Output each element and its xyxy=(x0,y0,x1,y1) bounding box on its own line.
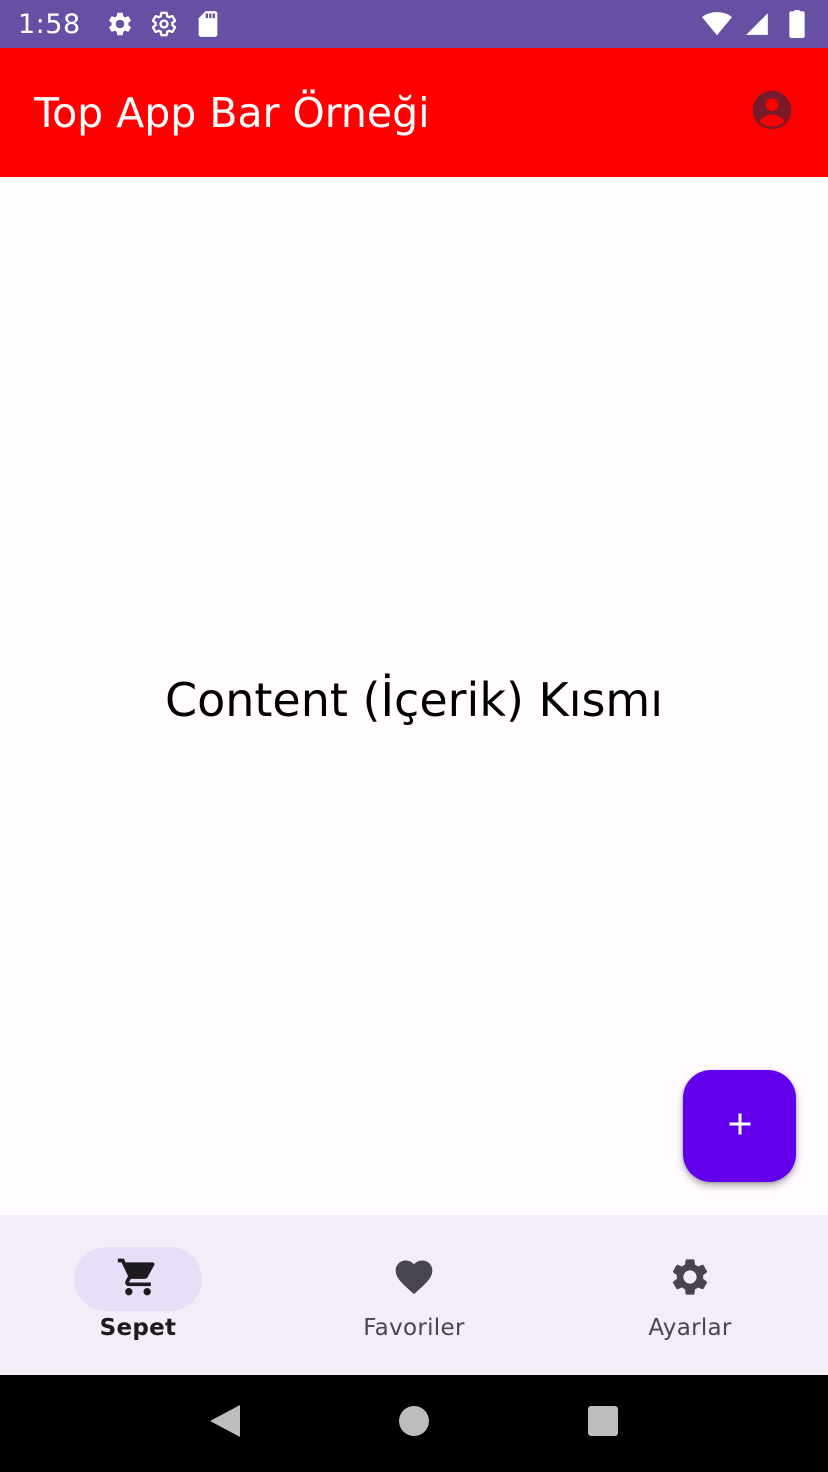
heart-icon xyxy=(392,1255,436,1304)
status-system-icons xyxy=(702,9,812,39)
nav-item-favoriler[interactable]: Favoriler xyxy=(276,1215,552,1375)
gear-outline-icon xyxy=(149,9,179,39)
signal-icon xyxy=(742,9,772,39)
battery-icon xyxy=(782,9,812,39)
bottom-navigation: Sepet Favoriler Ayarlar xyxy=(0,1215,828,1375)
home-button[interactable] xyxy=(384,1394,444,1454)
status-time: 1:58 xyxy=(18,8,81,40)
wifi-icon xyxy=(702,9,732,39)
gear-icon xyxy=(105,9,135,39)
app-bar-title: Top App Bar Örneği xyxy=(34,88,430,137)
nav-item-sepet[interactable]: Sepet xyxy=(0,1215,276,1375)
account-button[interactable] xyxy=(750,89,794,136)
sd-card-icon xyxy=(193,9,223,39)
plus-icon xyxy=(722,1106,758,1147)
back-button[interactable] xyxy=(195,1394,255,1454)
system-navigation-bar xyxy=(0,1375,828,1472)
recents-icon xyxy=(587,1405,619,1442)
content-area: Content (İçerik) Kısmı xyxy=(0,177,828,1215)
top-app-bar: Top App Bar Örneği xyxy=(0,48,828,177)
status-bar: 1:58 xyxy=(0,0,828,48)
nav-label-sepet: Sepet xyxy=(99,1315,177,1341)
nav-item-ayarlar[interactable]: Ayarlar xyxy=(552,1215,828,1375)
status-notification-icons xyxy=(105,9,223,39)
back-icon xyxy=(208,1403,242,1444)
shopping-cart-icon xyxy=(116,1255,160,1304)
add-fab-button[interactable] xyxy=(683,1070,796,1182)
nav-label-favoriler: Favoriler xyxy=(363,1315,465,1341)
nav-label-ayarlar: Ayarlar xyxy=(648,1315,732,1341)
recents-button[interactable] xyxy=(573,1394,633,1454)
settings-icon xyxy=(668,1255,712,1304)
nav-active-indicator xyxy=(74,1247,202,1311)
home-icon xyxy=(398,1405,430,1442)
content-text: Content (İçerik) Kısmı xyxy=(164,673,664,727)
account-circle-icon xyxy=(751,89,793,136)
